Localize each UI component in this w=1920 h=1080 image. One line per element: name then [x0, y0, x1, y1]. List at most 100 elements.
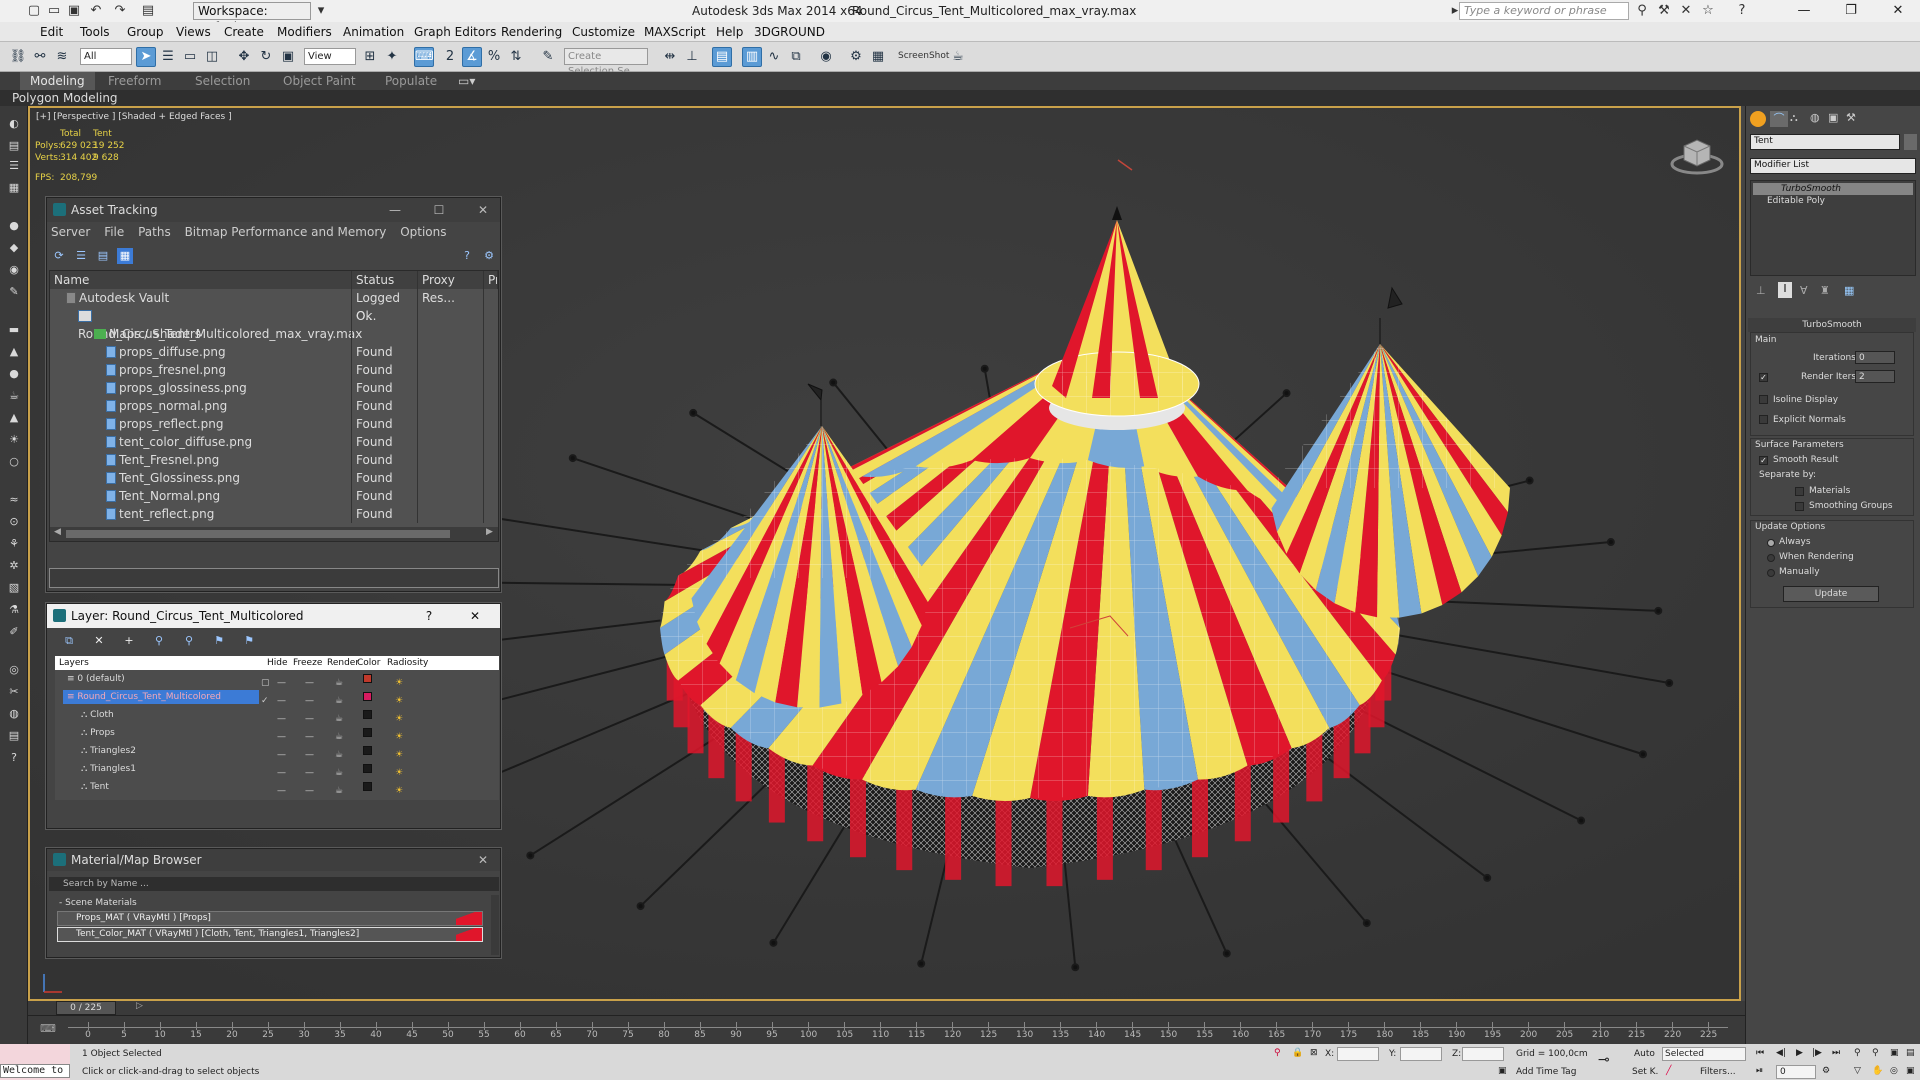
filters-button[interactable]: Filters... [1700, 1067, 1736, 1077]
configure-sets-icon[interactable]: ▦ [1844, 284, 1854, 297]
polygon-modeling-label[interactable]: Polygon Modeling [12, 90, 118, 106]
curve-editor-icon[interactable]: ∿ [764, 47, 784, 67]
layer-row[interactable]: ⛬ Tent — — ☕ ☀ [55, 778, 497, 796]
menu-views[interactable]: Views [176, 22, 211, 42]
time-slider[interactable]: 0 / 225 ▷ [28, 1001, 1745, 1015]
radiosity-icon[interactable]: ☀ [395, 782, 403, 800]
maximize-button[interactable]: ❐ [1835, 0, 1867, 22]
layer-color-swatch[interactable] [363, 710, 372, 719]
menu-customize[interactable]: Customize [572, 22, 635, 42]
show-end-result-icon[interactable]: I [1778, 282, 1792, 298]
stack-item-turbosmooth[interactable]: TurboSmooth [1753, 183, 1913, 195]
align-icon[interactable]: ⊥ [682, 47, 702, 67]
lock-selection-icon[interactable]: 🔒 [1292, 1048, 1303, 1058]
tab-modeling[interactable]: Modeling [20, 72, 95, 90]
table-view-icon[interactable]: ▤ [95, 248, 111, 264]
render-toggle-icon[interactable]: ☕ [335, 782, 343, 800]
mini-curve-editor-icon[interactable]: ⌨ [40, 1022, 56, 1035]
particle-icon[interactable]: ✲ [6, 558, 22, 574]
screenshot-label[interactable]: ScreenShot [898, 51, 949, 61]
help-icon[interactable]: ? [1734, 3, 1750, 19]
asset-row[interactable]: Autodesk Vault Logged O... [50, 289, 498, 323]
layer-color-swatch[interactable] [363, 746, 372, 755]
teapot-icon[interactable]: ☕ [6, 388, 22, 404]
list-icon[interactable]: ☰ [6, 158, 22, 174]
add-time-tag[interactable]: Add Time Tag [1516, 1067, 1576, 1077]
cone-icon[interactable]: ▲ [6, 344, 22, 360]
col-pro[interactable]: Pro [484, 271, 498, 289]
search-input[interactable]: Type a keyword or phrase [1459, 2, 1629, 20]
tab-selection[interactable]: Selection [195, 72, 250, 90]
open-file-icon[interactable]: ▭ [46, 3, 62, 19]
window-crossing-icon[interactable]: ◫ [202, 47, 222, 67]
flow-icon[interactable]: ⚗ [6, 602, 22, 618]
viewport-icon[interactable]: ◐ [6, 116, 22, 132]
select-object-icon[interactable]: ➤ [136, 47, 156, 67]
tab-freeform[interactable]: Freeform [108, 72, 161, 90]
isoline-display-checkbox[interactable] [1759, 395, 1768, 404]
layer-color-swatch[interactable] [363, 782, 372, 791]
asset-row[interactable]: props_reflect.png Found [50, 415, 498, 433]
pin-icon[interactable]: ⚲ [1274, 1048, 1281, 1058]
smoothing-groups-checkbox[interactable] [1795, 502, 1804, 511]
material-item-tent-color[interactable]: Tent_Color_MAT ( VRayMtl ) [Cloth, Tent,… [57, 927, 483, 942]
select-by-name-icon[interactable]: ☰ [158, 47, 178, 67]
remove-modifier-icon[interactable]: ♜ [1820, 284, 1830, 297]
layer-row[interactable]: ⛬ Triangles1— — ☕ ☀ [55, 760, 497, 778]
go-to-end-icon[interactable]: ⏭ [1832, 1048, 1840, 1058]
asset-row[interactable]: props_glossiness.png Found [50, 379, 498, 397]
schematic-view-icon[interactable]: ⧉ [786, 47, 806, 67]
layer-row[interactable]: ≡ 0 (default) ▢ — — ☕ ☀ [55, 670, 497, 688]
subscription-icon[interactable]: ⚒ [1656, 3, 1672, 19]
col-freeze[interactable]: Freeze [293, 656, 322, 670]
track-bar[interactable]: ⌨ 0 5 10 15 20 25 30 35 40 45 50 55 60 65 70 75 80 85 90 95… [28, 1015, 1745, 1045]
object-name-field[interactable]: Tent [1750, 134, 1900, 150]
paint-icon[interactable]: ✐ [6, 624, 22, 640]
material-search-input[interactable]: Search by Name ... [49, 877, 499, 891]
stack-item-editable-poly[interactable]: Editable Poly [1753, 195, 1913, 207]
layer-row[interactable]: ⛬ Triangles2— — ☕ ☀ [55, 742, 497, 760]
project-folder-icon[interactable]: ▤ [140, 3, 156, 19]
link-icon[interactable]: ⛓ [8, 47, 28, 67]
key-mode-toggle-icon[interactable]: ⏯ [1756, 1066, 1763, 1076]
menu-modifiers[interactable]: Modifiers [277, 22, 332, 42]
modify-tab-icon[interactable]: ⌒ [1770, 111, 1788, 127]
hide-all-icon[interactable]: ⚑ [241, 633, 257, 649]
menu-animation[interactable]: Animation [343, 22, 404, 42]
menu-help[interactable]: Help [716, 22, 743, 42]
render-iters-checkbox[interactable]: ✓ [1759, 373, 1768, 382]
light-icon[interactable]: ◆ [6, 240, 22, 256]
menu-maxscript[interactable]: MAXScript [644, 22, 706, 42]
tab-object-paint[interactable]: Object Paint [283, 72, 356, 90]
col-radiosity[interactable]: Radiosity [387, 656, 428, 670]
z-coordinate-field[interactable] [1462, 1047, 1504, 1061]
pin-stack-icon[interactable]: ⊥ [1756, 284, 1766, 297]
minimize-button[interactable]: — [385, 198, 405, 222]
update-button[interactable]: Update [1783, 586, 1879, 602]
menu-3dground[interactable]: 3DGROUND [754, 22, 825, 42]
iterations-spinner[interactable]: 0 [1855, 351, 1895, 364]
hair-icon[interactable]: ⚘ [6, 536, 22, 552]
zoom-icon[interactable]: ⚲ [1854, 1048, 1861, 1058]
layer-color-swatch[interactable] [363, 764, 372, 773]
asset-row[interactable]: props_normal.png Found [50, 397, 498, 415]
mirror-icon[interactable]: ⇹ [660, 47, 680, 67]
zoom-all-icon[interactable]: ⚲ [1872, 1048, 1879, 1058]
x-coordinate-field[interactable] [1337, 1047, 1379, 1061]
snaps-toggle-icon[interactable]: 2 [440, 47, 460, 67]
save-icon[interactable]: ▣ [66, 3, 82, 19]
layer-explorer-icon[interactable]: ▥ [742, 47, 762, 67]
time-tag-icon[interactable]: ▣ [1498, 1066, 1507, 1076]
scale-icon[interactable]: ▣ [278, 47, 298, 67]
material-item-props[interactable]: Props_MAT ( VRayMtl ) [Props] [57, 911, 483, 926]
script-icon[interactable]: ✂ [6, 684, 22, 700]
pyramid-icon[interactable]: ▲ [6, 410, 22, 426]
col-render[interactable]: Render [327, 656, 359, 670]
angle-snap-icon[interactable]: ∡ [462, 47, 482, 67]
set-current-icon[interactable]: ⚑ [211, 633, 227, 649]
asset-row[interactable]: props_fresnel.png Found [50, 361, 498, 379]
help-button[interactable]: ? [419, 604, 439, 628]
keyboard-shortcut-icon[interactable]: ⌨ [414, 47, 434, 67]
motion-tab-icon[interactable]: ◍ [1810, 111, 1820, 124]
maximize-button[interactable]: ☐ [429, 198, 449, 222]
